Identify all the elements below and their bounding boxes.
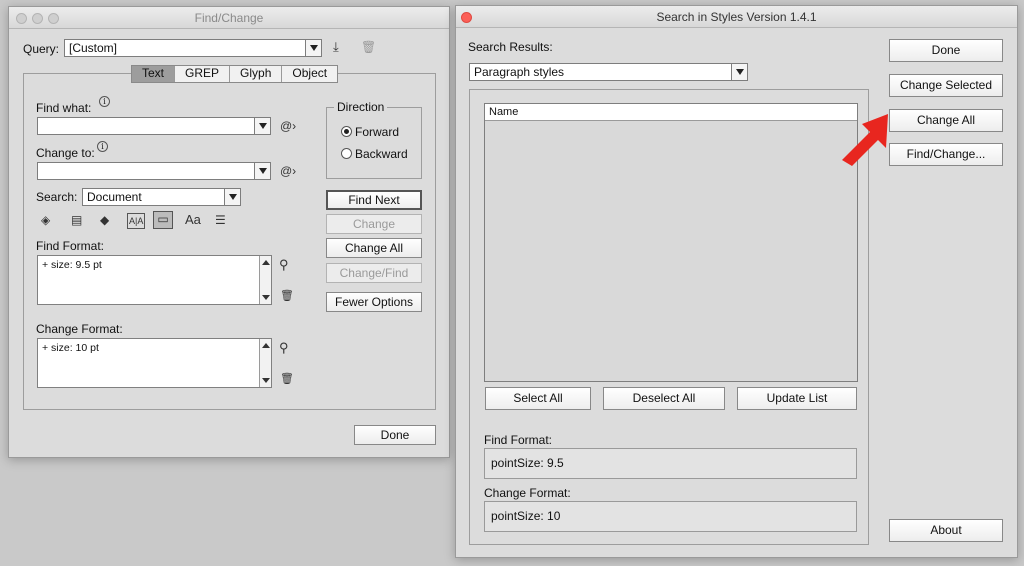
include-footnotes-icon[interactable]: ▭ bbox=[153, 211, 173, 229]
select-all-button[interactable]: Select All bbox=[485, 387, 591, 410]
change-format-label: Change Format: bbox=[484, 486, 571, 500]
change-find-button[interactable]: Change/Find bbox=[326, 263, 422, 283]
change-to-label: Change to: bbox=[36, 146, 95, 160]
search-in-styles-window: Search in Styles Version 1.4.1 Search Re… bbox=[455, 5, 1018, 558]
special-characters-icon[interactable]: @› bbox=[280, 164, 296, 178]
tab-grep[interactable]: GREP bbox=[175, 66, 231, 82]
change-format-value: pointSize: 10 bbox=[491, 509, 561, 523]
include-hidden-layers-icon[interactable]: ◆ bbox=[100, 213, 109, 227]
list-header-name[interactable]: Name bbox=[485, 104, 857, 121]
find-format-label: Find Format: bbox=[484, 433, 553, 447]
close-window-button[interactable] bbox=[461, 12, 472, 23]
about-button[interactable]: About bbox=[889, 519, 1003, 542]
scroll-up-icon[interactable] bbox=[262, 260, 270, 265]
specify-find-format-icon[interactable]: ⚲ bbox=[279, 258, 289, 272]
results-type-dropdown[interactable]: Paragraph styles bbox=[469, 63, 748, 81]
forward-label: Forward bbox=[355, 125, 400, 139]
styles-list[interactable]: Name bbox=[484, 103, 858, 382]
tab-text[interactable]: Text bbox=[132, 66, 176, 82]
red-arrow-annotation bbox=[842, 114, 888, 166]
change-format-box[interactable]: + size: 10 pt bbox=[37, 338, 272, 388]
chevron-down-icon[interactable] bbox=[224, 189, 240, 205]
change-all-button[interactable]: Change All bbox=[889, 109, 1003, 132]
change-all-button[interactable]: Change All bbox=[326, 238, 422, 258]
change-format-field: pointSize: 10 bbox=[484, 501, 857, 532]
forward-radio[interactable] bbox=[341, 126, 352, 137]
find-format-value: pointSize: 9.5 bbox=[491, 456, 564, 470]
find-what-label: Find what: bbox=[36, 101, 92, 115]
find-format-value: + size: 9.5 pt bbox=[42, 259, 102, 271]
change-format-value: + size: 10 pt bbox=[42, 342, 99, 354]
search-scope-dropdown[interactable]: Document bbox=[82, 188, 241, 206]
update-list-button[interactable]: Update List bbox=[737, 387, 857, 410]
search-label: Search: bbox=[36, 190, 78, 204]
change-button[interactable]: Change bbox=[326, 214, 422, 234]
tab-glyph[interactable]: Glyph bbox=[230, 66, 283, 82]
arrow-icon bbox=[842, 114, 888, 166]
query-value: [Custom] bbox=[69, 41, 118, 55]
done-button[interactable]: Done bbox=[354, 425, 436, 445]
scroll-down-icon[interactable] bbox=[262, 295, 270, 300]
tab-object[interactable]: Object bbox=[282, 66, 337, 82]
minimize-window-button[interactable] bbox=[32, 13, 43, 24]
special-characters-icon[interactable]: @› bbox=[280, 119, 296, 133]
chevron-down-icon[interactable] bbox=[254, 118, 270, 134]
find-format-box[interactable]: + size: 9.5 pt bbox=[37, 255, 272, 305]
window-title: Find/Change bbox=[194, 11, 264, 25]
find-format-field: pointSize: 9.5 bbox=[484, 448, 857, 479]
results-type-value: Paragraph styles bbox=[474, 65, 565, 79]
delete-query-icon[interactable]: 🗑 bbox=[361, 40, 376, 54]
query-dropdown[interactable]: [Custom] bbox=[64, 39, 322, 57]
save-query-icon[interactable]: ⤓ bbox=[333, 40, 339, 54]
find-next-button[interactable]: Find Next bbox=[326, 190, 422, 210]
close-window-button[interactable] bbox=[16, 13, 27, 24]
search-results-label: Search Results: bbox=[468, 40, 553, 54]
fewer-options-button[interactable]: Fewer Options bbox=[326, 292, 422, 312]
scroll-up-icon[interactable] bbox=[262, 343, 270, 348]
clear-change-format-icon[interactable]: 🗑 bbox=[280, 372, 294, 386]
find-change-window: Find/Change Query: [Custom] ⤓ 🗑 Text GRE… bbox=[8, 6, 450, 458]
find-what-input[interactable] bbox=[37, 117, 271, 135]
search-in-styles-titlebar[interactable]: Search in Styles Version 1.4.1 bbox=[456, 6, 1017, 28]
include-locked-stories-icon[interactable]: ▤ bbox=[71, 213, 82, 227]
info-icon[interactable]: i bbox=[97, 141, 108, 152]
backward-label: Backward bbox=[355, 147, 408, 161]
search-mode-tabs: Text GREP Glyph Object bbox=[131, 65, 339, 83]
scroll-down-icon[interactable] bbox=[262, 378, 270, 383]
direction-legend: Direction bbox=[334, 100, 388, 114]
find-change-titlebar[interactable]: Find/Change bbox=[9, 7, 449, 29]
change-format-scrollbar[interactable] bbox=[259, 339, 271, 387]
find-change-button[interactable]: Find/Change... bbox=[889, 143, 1003, 166]
chevron-down-icon[interactable] bbox=[305, 40, 321, 56]
find-format-label: Find Format: bbox=[36, 239, 105, 253]
search-scope-value: Document bbox=[87, 190, 142, 204]
chevron-down-icon[interactable] bbox=[731, 64, 747, 80]
case-sensitive-icon[interactable]: Aa bbox=[185, 213, 201, 227]
whole-word-icon[interactable]: ☰ bbox=[215, 213, 226, 227]
include-locked-layers-icon[interactable]: ◈ bbox=[41, 213, 50, 227]
change-selected-button[interactable]: Change Selected bbox=[889, 74, 1003, 97]
specify-change-format-icon[interactable]: ⚲ bbox=[279, 341, 289, 355]
deselect-all-button[interactable]: Deselect All bbox=[603, 387, 725, 410]
direction-group bbox=[326, 107, 422, 179]
query-label: Query: bbox=[23, 42, 60, 56]
done-button[interactable]: Done bbox=[889, 39, 1003, 62]
include-master-pages-icon[interactable]: A|A bbox=[127, 213, 146, 229]
chevron-down-icon[interactable] bbox=[254, 163, 270, 179]
clear-find-format-icon[interactable]: 🗑 bbox=[280, 289, 294, 303]
change-format-label: Change Format: bbox=[36, 322, 123, 336]
find-format-scrollbar[interactable] bbox=[259, 256, 271, 304]
change-to-input[interactable] bbox=[37, 162, 271, 180]
backward-radio[interactable] bbox=[341, 148, 352, 159]
info-icon[interactable]: i bbox=[99, 96, 110, 107]
zoom-window-button[interactable] bbox=[48, 13, 59, 24]
window-title: Search in Styles Version 1.4.1 bbox=[656, 10, 817, 24]
